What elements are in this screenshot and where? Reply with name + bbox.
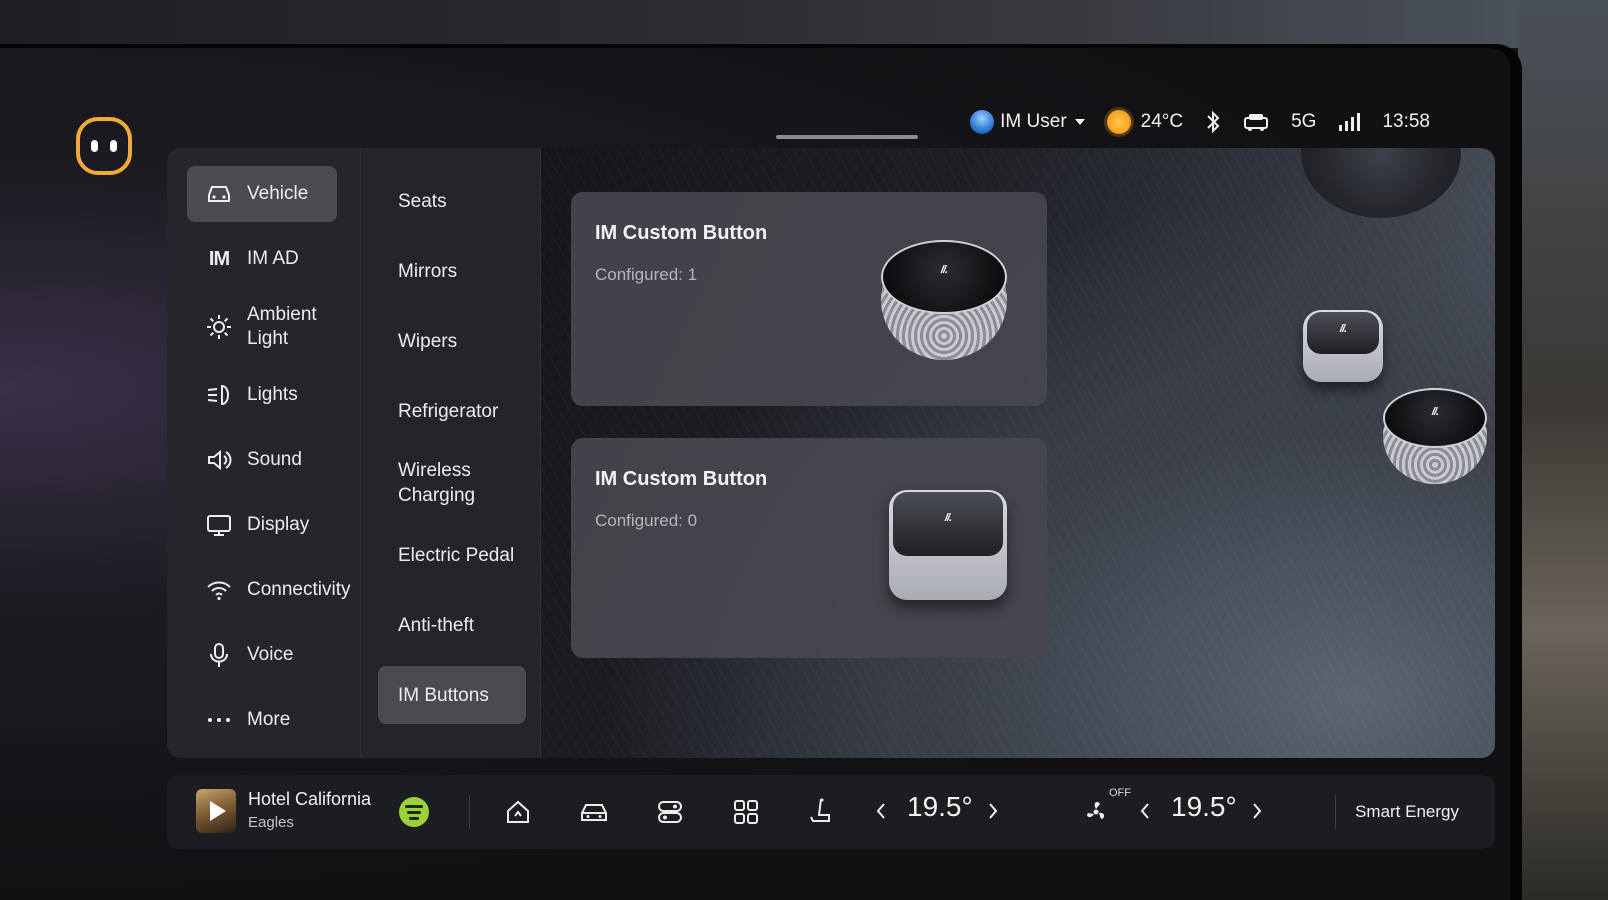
speaker-icon <box>205 446 233 474</box>
album-art-play-button[interactable] <box>196 789 236 833</box>
more-dots-icon <box>205 706 233 734</box>
seat-icon <box>810 798 830 822</box>
chevron-right-icon <box>1253 803 1262 819</box>
nav-item-display[interactable]: Display <box>187 497 337 553</box>
home-icon <box>507 800 529 823</box>
car-icon <box>581 804 607 821</box>
seat-button[interactable] <box>803 795 837 829</box>
nav-item-lights[interactable]: Lights <box>187 367 337 423</box>
toggle-controls-icon <box>658 801 682 823</box>
avatar <box>970 110 995 134</box>
chevron-left-icon <box>876 803 885 819</box>
now-playing[interactable]: Hotel California Eagles <box>248 789 371 831</box>
bottom-dock: Hotel California Eagles 19.5° OFF 19.5° … <box>167 775 1495 849</box>
custom-button-card-2[interactable]: IM Custom Button Configured: 0 //. <box>571 438 1047 658</box>
subnav-item-wireless-charging[interactable]: Wireless Charging <box>378 452 526 514</box>
nav-label: IM AD <box>247 248 299 269</box>
smart-energy-button[interactable]: Smart Energy <box>1355 802 1459 822</box>
fan-state: OFF <box>1109 787 1131 799</box>
knob-button-preview: //. <box>1383 388 1487 484</box>
app-grid-icon <box>734 800 758 824</box>
subnav-item-seats[interactable]: Seats <box>378 172 526 230</box>
headlight-icon <box>205 381 233 409</box>
assistant-avatar-button[interactable] <box>76 117 132 175</box>
signal-strength-icon <box>1339 113 1361 131</box>
spotify-icon[interactable] <box>399 797 429 827</box>
track-name: Hotel California <box>248 789 372 809</box>
subnav-item-anti-theft[interactable]: Anti-theft <box>378 596 526 654</box>
im-logo-icon: IM <box>208 247 230 270</box>
controls-button[interactable] <box>653 795 687 829</box>
apps-button[interactable] <box>729 795 763 829</box>
nav-label: Ambient Light <box>247 304 317 349</box>
secondary-nav: Seats Mirrors Wipers Refrigerator Wirele… <box>361 148 541 758</box>
backdrop-right <box>1518 0 1608 900</box>
round-knob-button-image: //. <box>881 240 1007 360</box>
settings-panel: //. //. Vehicle IM IM AD Ambient Light L… <box>167 148 1495 758</box>
nav-label: Voice <box>247 644 294 665</box>
subnav-item-im-buttons[interactable]: IM Buttons <box>378 666 526 724</box>
passenger-temperature: 19.5° <box>1171 791 1237 822</box>
clock: 13:58 <box>1382 111 1430 132</box>
vehicle-status-icon[interactable] <box>1243 111 1269 133</box>
subnav-item-refrigerator[interactable]: Refrigerator <box>378 382 526 440</box>
sun-icon <box>1106 110 1131 134</box>
square-cube-button-image: //. <box>889 490 1007 600</box>
dock-divider <box>1335 795 1336 829</box>
car-icon <box>205 180 233 208</box>
microphone-icon <box>205 641 233 669</box>
passenger-temp-increase[interactable] <box>1247 799 1267 823</box>
fan-icon <box>1087 801 1105 819</box>
cube-button-preview: //. <box>1303 310 1383 382</box>
nav-label: More <box>247 709 291 730</box>
nav-label: Sound <box>247 449 302 470</box>
track-artist: Eagles <box>248 814 294 831</box>
primary-nav: Vehicle IM IM AD Ambient Light Lights So… <box>167 148 361 758</box>
network-type: 5G <box>1291 111 1317 132</box>
backdrop-top <box>0 0 1608 48</box>
assistant-eye-icon <box>110 140 117 152</box>
outside-temperature: 24°C <box>1140 111 1184 132</box>
dock-divider <box>469 795 470 829</box>
nav-item-ambient-light[interactable]: Ambient Light <box>187 296 337 358</box>
subnav-item-mirrors[interactable]: Mirrors <box>378 242 526 300</box>
nav-label: Display <box>247 514 310 535</box>
nav-item-connectivity[interactable]: Connectivity <box>187 562 351 618</box>
subnav-item-wipers[interactable]: Wipers <box>378 312 526 370</box>
card-title: IM Custom Button <box>595 468 768 490</box>
subnav-item-electric-pedal[interactable]: Electric Pedal <box>378 526 526 584</box>
custom-button-card-1[interactable]: IM Custom Button Configured: 1 //. <box>571 192 1047 406</box>
home-button[interactable] <box>501 795 535 829</box>
nav-item-voice[interactable]: Voice <box>187 627 337 683</box>
status-bar: IM User 24°C 5G 13:58 <box>970 108 1430 136</box>
driver-temp-decrease[interactable] <box>871 799 891 823</box>
bluetooth-icon[interactable] <box>1205 110 1221 134</box>
chevron-right-icon <box>989 803 998 819</box>
monitor-icon <box>205 511 233 539</box>
nav-label: Vehicle <box>247 183 309 204</box>
assistant-eye-icon <box>91 140 98 152</box>
nav-label: Connectivity <box>247 579 351 600</box>
user-switcher[interactable]: IM User <box>970 110 1085 134</box>
caret-down-icon <box>1074 119 1085 125</box>
play-icon <box>210 801 226 821</box>
nav-label: Lights <box>247 384 298 405</box>
nav-item-im-ad[interactable]: IM IM AD <box>187 231 337 287</box>
vehicle-button[interactable] <box>577 795 611 829</box>
driver-temperature: 19.5° <box>907 791 973 822</box>
wifi-icon <box>205 576 233 604</box>
weather[interactable]: 24°C <box>1106 110 1184 134</box>
nav-item-more[interactable]: More <box>187 692 337 748</box>
passenger-temp-decrease[interactable] <box>1135 799 1155 823</box>
user-name: IM User <box>1000 111 1067 132</box>
chevron-left-icon <box>1140 803 1149 819</box>
nav-item-vehicle[interactable]: Vehicle <box>187 166 337 222</box>
pull-down-handle[interactable] <box>776 135 918 139</box>
driver-temp-increase[interactable] <box>983 799 1003 823</box>
sun-icon <box>205 313 233 341</box>
nav-item-sound[interactable]: Sound <box>187 432 337 488</box>
fan-button[interactable] <box>1079 795 1113 829</box>
